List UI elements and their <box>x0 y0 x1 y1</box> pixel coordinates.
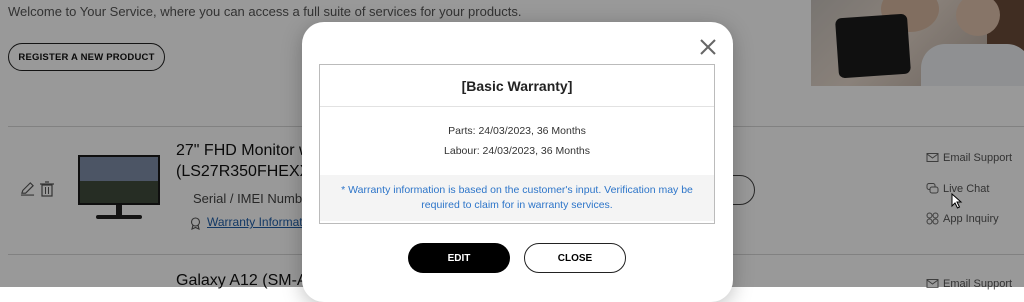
cursor-icon <box>951 193 963 209</box>
modal-title: [Basic Warranty] <box>320 65 714 107</box>
warranty-notice: * Warranty information is based on the c… <box>320 175 714 221</box>
warranty-panel: [Basic Warranty] Parts: 24/03/2023, 36 M… <box>319 64 715 224</box>
labour-warranty: Labour: 24/03/2023, 36 Months <box>444 145 590 157</box>
close-button[interactable]: CLOSE <box>524 243 626 273</box>
close-icon[interactable] <box>699 38 717 56</box>
edit-button[interactable]: EDIT <box>408 243 510 273</box>
warranty-modal: [Basic Warranty] Parts: 24/03/2023, 36 M… <box>302 22 733 302</box>
warranty-notice-text: * Warranty information is based on the c… <box>341 184 693 211</box>
parts-warranty: Parts: 24/03/2023, 36 Months <box>448 125 586 137</box>
